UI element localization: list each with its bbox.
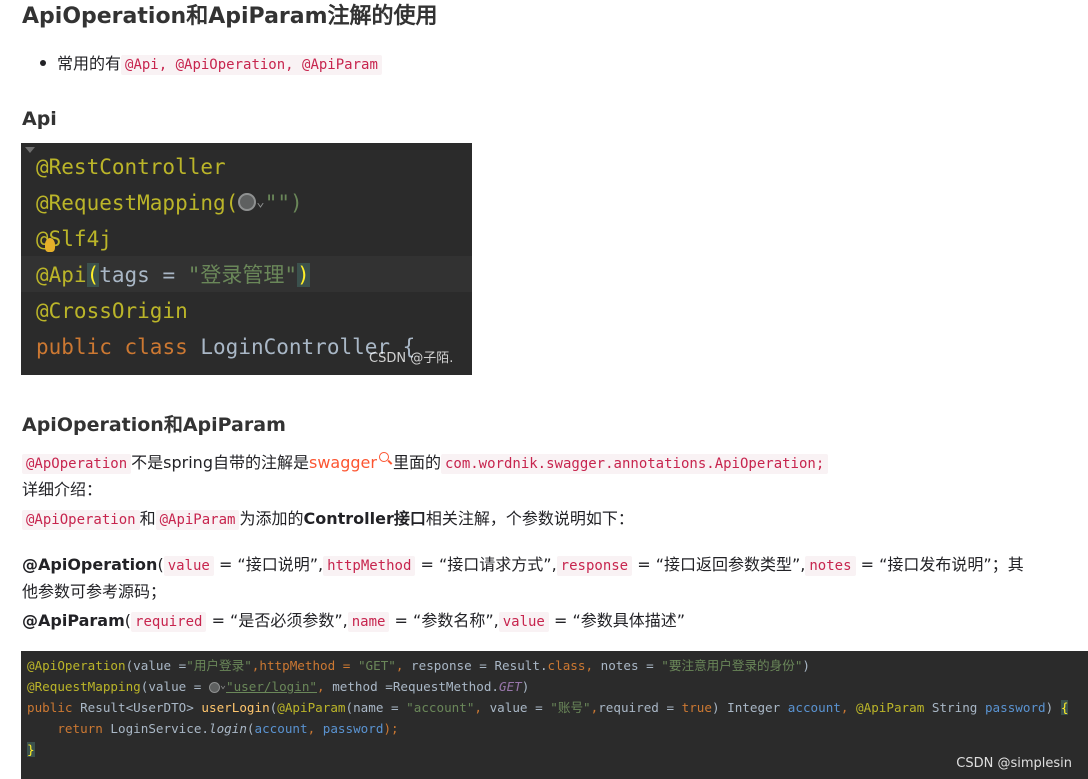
paragraph-detail-label: 详细介绍： [22, 480, 103, 499]
globe-icon [208, 682, 220, 693]
code-line: @RequestMapping(value = ⌄"user/login", m… [27, 679, 530, 694]
intro-list-item: 常用的有 @Api, @ApiOperation, @ApiParam [40, 50, 382, 79]
inline-code: @ApOperation [22, 454, 132, 474]
code-line: return LoginService.login(account, passw… [57, 721, 399, 736]
code-line: } [27, 742, 35, 757]
article-page: ApiOperation和ApiParam注解的使用 常用的有 @Api, @Ap… [0, 0, 1088, 779]
paragraph-origin: @ApOperation 不是spring自带的注解是swagger 里面的 com.… [22, 449, 829, 478]
code-line: @RequestMapping(⌄"") [36, 191, 303, 215]
watermark: CSDN @simplesin [956, 756, 1072, 771]
swagger-link[interactable]: swagger [309, 453, 377, 472]
inline-code: com.wordnik.swagger.annotations.ApiOpera… [440, 454, 829, 474]
lightbulb-icon [45, 238, 55, 252]
code-screenshot-login: @ApiOperation(value ="用户登录",httpMethod =… [21, 651, 1088, 779]
inline-code: @ApiParam [155, 510, 240, 530]
watermark: CSDN @子陌. [369, 351, 454, 366]
paragraph-apioperation-params: @ApiOperation(value = “接口说明”, httpMethod … [22, 555, 1024, 576]
code-line: public class LoginController { [36, 335, 416, 359]
code-line: @Api(tags = "登录管理") [36, 263, 310, 287]
page-title: ApiOperation和ApiParam注解的使用 [22, 4, 438, 29]
chevron-down-icon: ⌄ [219, 680, 227, 691]
globe-icon [238, 193, 257, 211]
code-line: public Result<UserDTO> userLogin(@ApiPar… [27, 700, 1069, 715]
fold-marker-icon [25, 147, 35, 153]
code-line: @ApiOperation(value ="用户登录",httpMethod =… [27, 658, 810, 673]
bullet-icon [40, 59, 46, 66]
intro-code: @Api, @ApiOperation, @ApiParam [121, 55, 382, 75]
code-line: @CrossOrigin [36, 299, 188, 323]
chevron-down-icon: ⌄ [256, 194, 265, 210]
search-icon[interactable] [378, 452, 389, 462]
paragraph-apiparam-params: @ApiParam(required = “是否必须参数”, name = “参数… [22, 611, 686, 632]
intro-text: 常用的有 [57, 54, 122, 73]
code-screenshot-api: @RestController @RequestMapping(⌄"") @Sl… [21, 143, 472, 375]
paragraph-apioperation-params-cont: 他参数可参考源码； [22, 582, 167, 601]
code-line: @RestController [36, 155, 226, 179]
section-heading-apioperation: ApiOperation和ApiParam [22, 414, 286, 436]
inline-code: @ApiOperation [22, 510, 140, 530]
paragraph-annotations: @ApiOperation 和 @ApiParam 为添加的Controller接口相… [22, 505, 634, 534]
section-heading-api: Api [22, 108, 57, 130]
